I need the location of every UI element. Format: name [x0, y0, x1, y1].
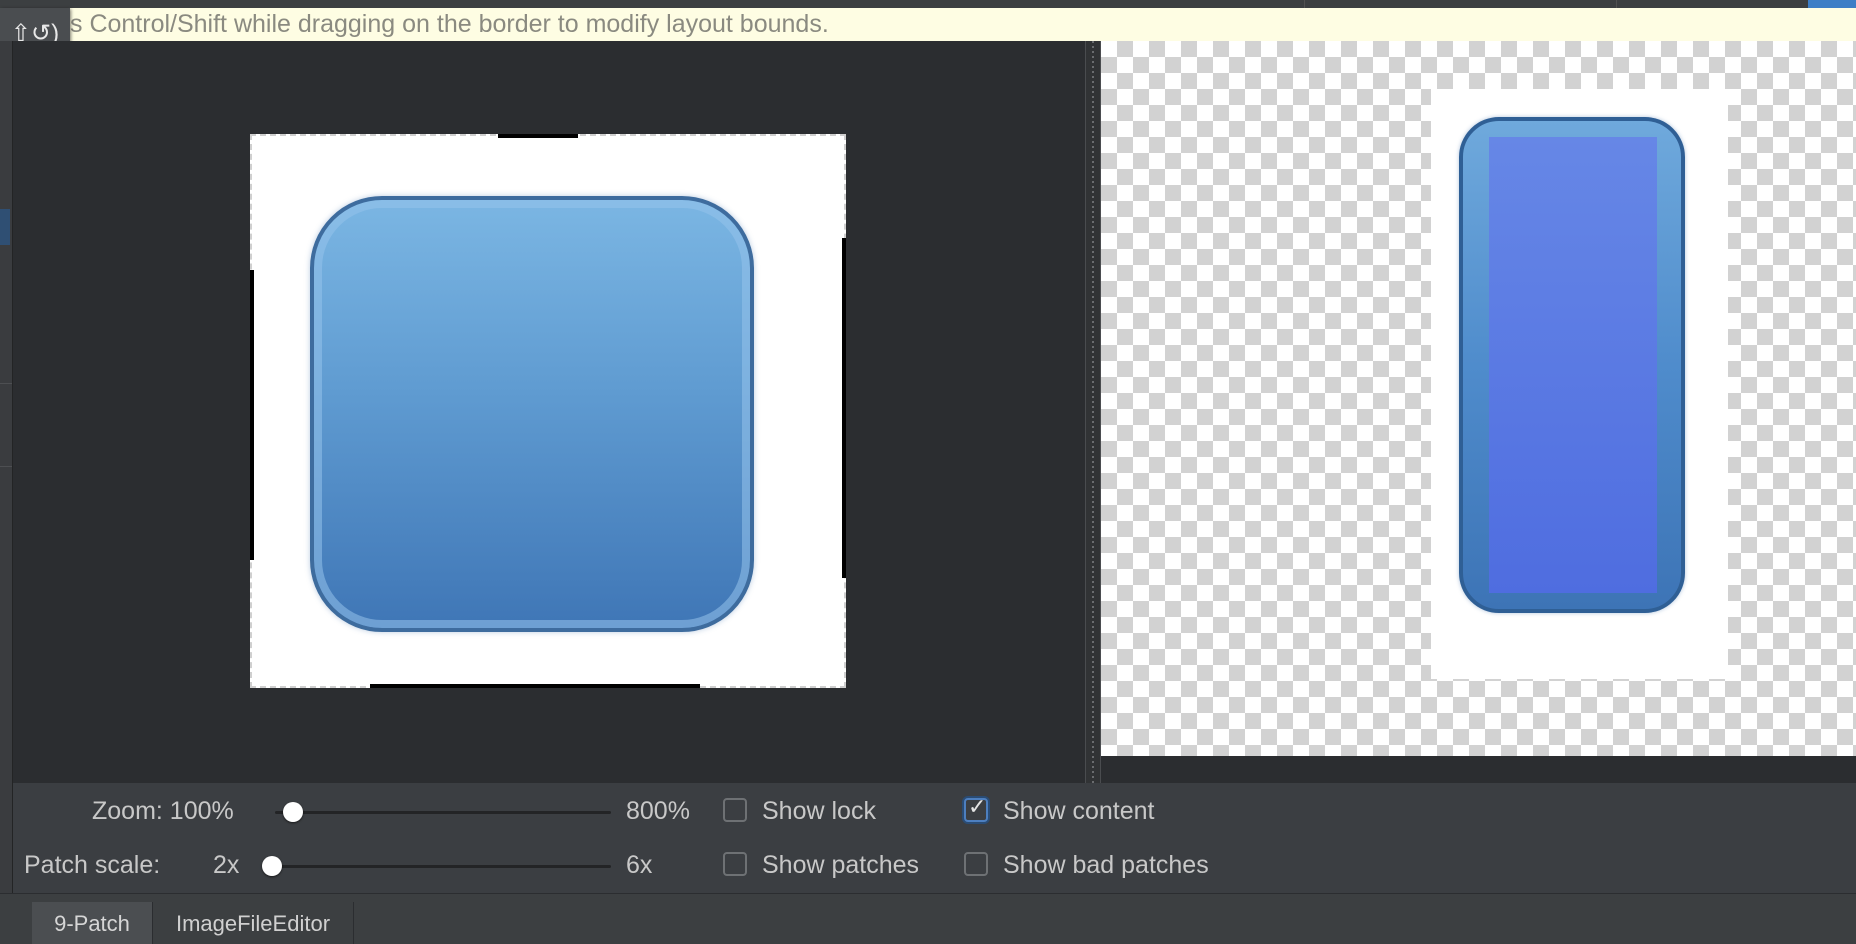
show-bad-patches-checkbox[interactable]	[964, 852, 988, 876]
show-patches-checkbox[interactable]	[723, 852, 747, 876]
hint-banner: s Control/Shift while dragging on the bo…	[0, 8, 1856, 41]
splitter-grip[interactable]	[1092, 41, 1094, 783]
hint-text: s Control/Shift while dragging on the bo…	[70, 10, 829, 38]
patch-scale-min-label: 2x	[213, 851, 240, 879]
preview-image	[1431, 89, 1728, 679]
toolbar-divider	[1304, 0, 1305, 8]
zoom-slider-track[interactable]	[275, 811, 611, 814]
editor-tab-bar: 9-Patch ImageFileEditor	[0, 893, 1856, 944]
nine-patch-editor-canvas[interactable]	[13, 41, 1085, 783]
show-patches-label[interactable]: Show patches	[762, 850, 919, 880]
left-side-strip	[0, 41, 13, 944]
editor-controls: Zoom: 100% 800% Show lock ✓ Show content…	[13, 783, 1856, 893]
show-bad-patches-label[interactable]: Show bad patches	[1003, 850, 1209, 880]
right-padding-marker[interactable]	[842, 238, 846, 578]
side-selection-marker	[0, 209, 10, 245]
tab-image-file-editor[interactable]: ImageFileEditor	[153, 902, 353, 944]
show-content-label[interactable]: Show content	[1003, 796, 1155, 826]
top-stretch-marker[interactable]	[498, 134, 578, 138]
patch-scale-slider-thumb[interactable]	[262, 856, 282, 876]
side-divider	[0, 383, 12, 384]
button-graphic	[310, 196, 754, 632]
content-area-highlight	[1489, 137, 1657, 593]
patch-scale-label: Patch scale:	[24, 851, 161, 879]
side-divider	[0, 466, 12, 467]
nine-patch-image[interactable]	[250, 134, 846, 688]
toolbar-divider	[1616, 0, 1617, 8]
show-content-checkbox[interactable]: ✓	[964, 794, 988, 822]
show-lock-checkbox[interactable]	[723, 798, 747, 822]
preview-pane	[1101, 41, 1856, 756]
tab-9-patch[interactable]: 9-Patch	[32, 902, 152, 944]
stretched-button-preview	[1459, 117, 1685, 613]
zoom-label: Zoom: 100%	[92, 797, 234, 825]
bottom-padding-marker[interactable]	[370, 684, 700, 688]
zoom-slider-thumb[interactable]	[283, 802, 303, 822]
pane-splitter[interactable]	[1085, 41, 1101, 783]
tab-separator	[353, 902, 354, 944]
left-stretch-marker[interactable]	[250, 270, 254, 560]
patch-scale-slider-track[interactable]	[275, 865, 611, 868]
show-lock-label[interactable]: Show lock	[762, 796, 876, 826]
patch-scale-max-label: 6x	[626, 851, 653, 879]
active-indicator	[1808, 0, 1856, 8]
zoom-max-label: 800%	[626, 797, 690, 825]
checkmark-icon: ✓	[968, 794, 987, 819]
top-toolbar-strip	[0, 0, 1856, 8]
